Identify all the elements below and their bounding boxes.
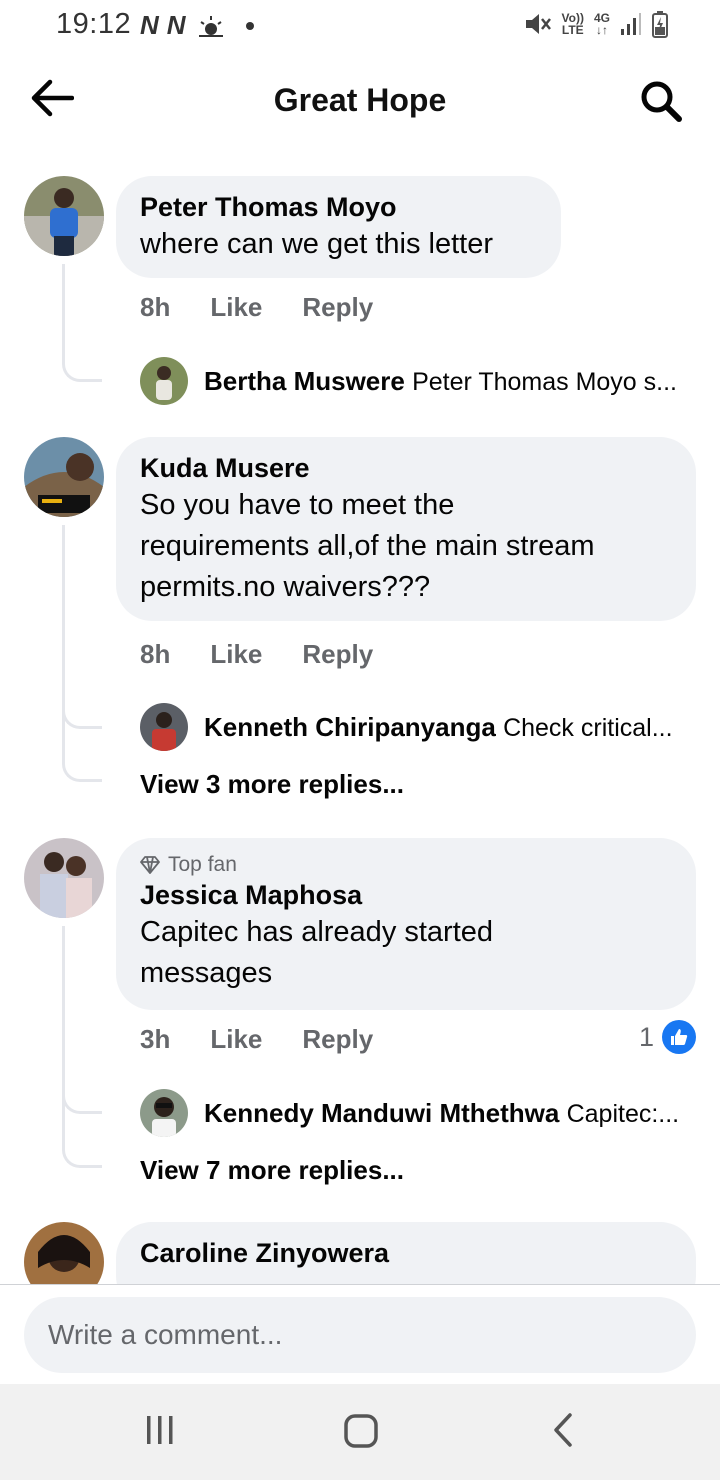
comment-author[interactable]: Jessica Maphosa [140, 878, 672, 912]
comment-bubble: Peter Thomas Moyo where can we get this … [116, 176, 561, 278]
avatar[interactable] [24, 838, 104, 918]
reply-author: Bertha Muswere [204, 365, 405, 396]
volte-icon: Vo)) LTE [561, 11, 584, 37]
system-nav-bar [0, 1384, 720, 1480]
reply-snippet: Peter Thomas Moyo s... [412, 367, 677, 396]
search-button[interactable] [638, 78, 690, 124]
reply-author: Kennedy Manduwi Mthethwa [204, 1097, 560, 1128]
comment-time[interactable]: 8h [140, 292, 170, 323]
status-time: 19:12 [56, 8, 132, 40]
reply-snippet: Check critical... [503, 713, 673, 742]
top-fan-badge[interactable]: Top fan [140, 852, 672, 878]
reply-avatar [140, 1089, 188, 1137]
reaction-count: 1 [638, 1021, 654, 1052]
comment-author[interactable]: Peter Thomas Moyo [140, 190, 537, 224]
recent-apps-button[interactable] [142, 1412, 178, 1453]
back-chevron-icon [554, 1413, 572, 1447]
comment-actions: 8h Like Reply [140, 639, 373, 670]
page-title: Great Hope [273, 82, 447, 118]
comment-author[interactable]: Kuda Musere [140, 451, 672, 485]
reply-avatar [140, 703, 188, 751]
back-nav-button[interactable] [548, 1412, 578, 1453]
view-more-replies-link[interactable]: View 3 more replies... [140, 769, 404, 800]
reply-snippet: Capitec:... [566, 1099, 680, 1128]
page-header: Great Hope [0, 60, 720, 140]
like-reaction-icon [662, 1020, 696, 1054]
system-icons: Vo)) LTE 4G ↓↑ [524, 10, 668, 38]
n-notification-icon: N [166, 10, 186, 40]
reaction-summary[interactable]: 1 [639, 1020, 696, 1054]
comment-text: permits.no waivers??? [140, 571, 431, 603]
reply-author: Kenneth Chiripanyanga [204, 711, 496, 742]
thread-line [62, 1086, 102, 1168]
home-icon [344, 1414, 378, 1448]
avatar[interactable] [24, 437, 104, 517]
comment-actions: 8h Like Reply [140, 292, 373, 323]
search-icon [641, 81, 682, 122]
comment-text: where can we get this letter [140, 228, 494, 260]
avatar[interactable] [24, 176, 104, 256]
like-button[interactable]: Like [210, 639, 262, 670]
thread-line [62, 700, 102, 782]
like-button[interactable]: Like [210, 292, 262, 323]
status-bar: 19:12 N N Vo)) LTE 4G ↓↑ [0, 0, 720, 52]
comment-time[interactable]: 3h [140, 1024, 170, 1055]
n-notification-icon: N [140, 10, 159, 40]
comment-actions: 3h Like Reply [140, 1024, 373, 1055]
more-notifications-dot-icon [245, 21, 254, 30]
network-type-icon: 4G ↓↑ [593, 11, 610, 37]
reply-button[interactable]: Reply [302, 639, 373, 670]
mute-icon [525, 14, 551, 34]
reply-preview[interactable]: Kenneth Chiripanyanga Check critical... [140, 703, 700, 751]
reply-button[interactable]: Reply [302, 1024, 373, 1055]
comment-text: messages [140, 957, 273, 989]
weather-icon [198, 15, 223, 37]
top-fan-label: Top fan [168, 853, 237, 876]
comment-composer: Write a comment... [0, 1284, 720, 1384]
home-button[interactable] [342, 1412, 380, 1455]
reply-preview[interactable]: Bertha Muswere Peter Thomas Moyo s... [140, 357, 700, 405]
battery-charging-icon [652, 11, 668, 38]
reply-preview[interactable]: Kennedy Manduwi Mthethwa Capitec:... [140, 1089, 700, 1137]
thread-line [62, 264, 102, 382]
comment-bubble: Top fan Jessica Maphosa Capitec has alre… [116, 838, 696, 1010]
comment-bubble: Kuda Musere So you have to meet the requ… [116, 437, 696, 621]
reply-button[interactable]: Reply [302, 292, 373, 323]
view-more-replies-link[interactable]: View 7 more replies... [140, 1155, 404, 1186]
comment-input[interactable]: Write a comment... [24, 1297, 696, 1373]
comment-author[interactable]: Caroline Zinyowera [140, 1236, 672, 1270]
recent-apps-icon [147, 1416, 173, 1444]
thread-line [62, 525, 102, 729]
like-button[interactable]: Like [210, 1024, 262, 1055]
reply-avatar [140, 357, 188, 405]
signal-icon [621, 13, 641, 35]
comment-text: Capitec has already started [140, 916, 494, 948]
comment-time[interactable]: 8h [140, 639, 170, 670]
comment-text: So you have to meet the [140, 489, 455, 521]
notification-icons: N N [140, 10, 254, 41]
comment-text: requirements all,of the main stream [140, 530, 595, 562]
diamond-icon [140, 856, 160, 874]
